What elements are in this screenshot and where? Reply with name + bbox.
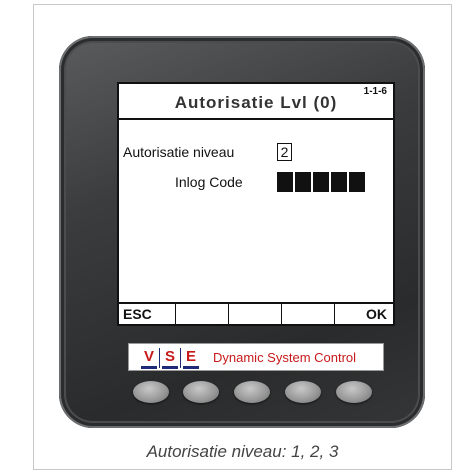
brand-logo-plate: V S E Dynamic System Control: [128, 343, 384, 371]
softkey-esc[interactable]: ESC: [119, 304, 175, 324]
softkey-ok[interactable]: OK: [334, 304, 393, 324]
logo-letter-e: E: [183, 348, 199, 369]
lcd-screen: Autorisatie Lvl (0) 1-1-6 Autorisatie ni…: [117, 82, 395, 326]
softkey-bar: ESC OK: [119, 302, 393, 324]
hardware-button-1[interactable]: [133, 381, 169, 403]
logo-letter-v: V: [141, 348, 157, 369]
figure-caption: Autorisatie niveau: 1, 2, 3: [146, 442, 339, 461]
login-code-label: Inlog Code: [175, 174, 243, 190]
screen-title: Autorisatie Lvl (0): [174, 93, 338, 112]
logo-text: Dynamic System Control: [213, 350, 357, 365]
hardware-button-2[interactable]: [183, 381, 219, 403]
hardware-button-3[interactable]: [234, 381, 270, 403]
screen-code: 1-1-6: [363, 86, 387, 97]
logo-letter-s: S: [162, 348, 178, 369]
logo-separator: [180, 348, 181, 368]
screen-header: Autorisatie Lvl (0) 1-1-6: [119, 84, 393, 120]
logo-separator: [159, 348, 160, 368]
softkey-3[interactable]: [228, 304, 281, 324]
login-code-mask-char: [331, 172, 347, 192]
login-code-field[interactable]: [277, 172, 365, 192]
login-code-mask-char: [277, 172, 293, 192]
login-code-mask-char: [349, 172, 365, 192]
login-code-mask-char: [313, 172, 329, 192]
softkey-2[interactable]: [175, 304, 228, 324]
softkey-4[interactable]: [281, 304, 334, 324]
authorization-level-label: Autorisatie niveau: [123, 144, 235, 160]
hardware-button-4[interactable]: [285, 381, 321, 403]
hardware-button-5[interactable]: [336, 381, 372, 403]
login-code-mask-char: [295, 172, 311, 192]
authorization-level-field[interactable]: 2: [277, 143, 292, 161]
